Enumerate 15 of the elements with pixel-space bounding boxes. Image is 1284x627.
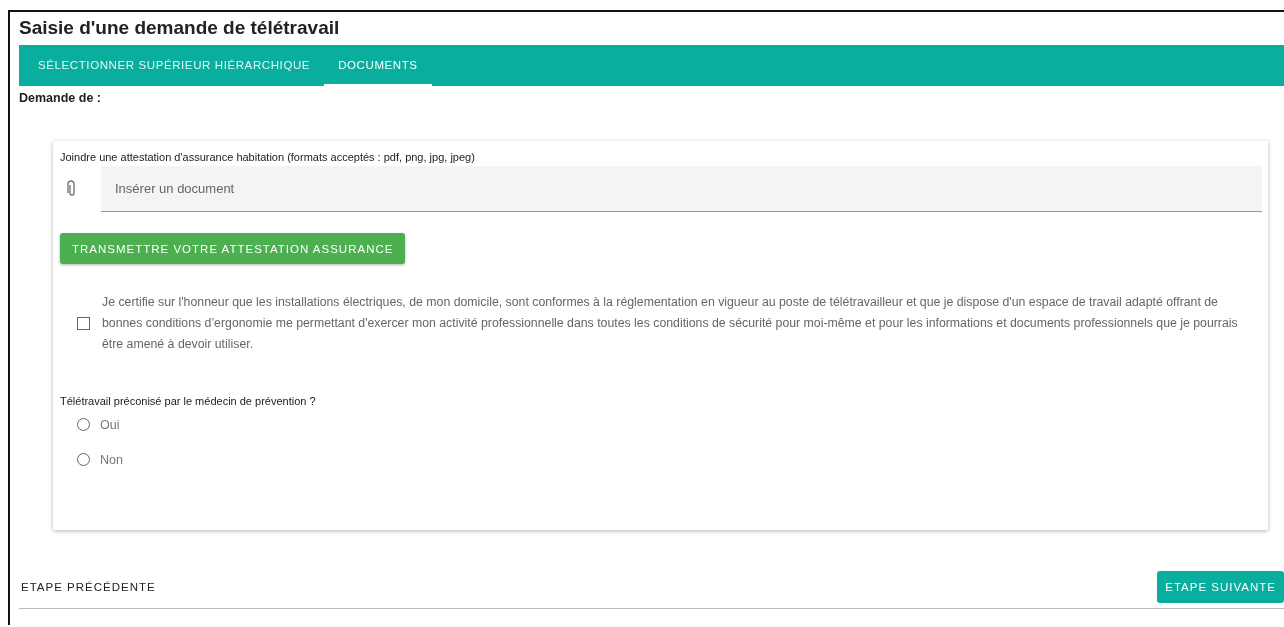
tab[interactable]: SÉLECTIONNER SUPÉRIEUR HIÉRARCHIQUE <box>24 45 325 86</box>
option-label: Oui <box>100 417 120 432</box>
checkbox[interactable] <box>77 317 90 330</box>
next-step-button[interactable]: ETAPE SUIVANTE <box>1157 571 1284 603</box>
document-field[interactable]: Insérer un document <box>101 166 1262 212</box>
page-title: Saisie d'une demande de télétravail <box>19 16 341 40</box>
question-label: Télétravail préconisé par le médecin de prévention ? <box>60 395 317 407</box>
submit-attestation-button[interactable]: TRANSMETTRE VOTRE ATTESTATION ASSURANCE <box>60 233 406 264</box>
upload-label: Joindre une attestation d'assurance habitation (formats acceptés : pdf, png, jpg, jpeg) <box>60 151 476 163</box>
option-label: Non <box>100 452 123 467</box>
requester-label: Demande de : <box>19 90 102 107</box>
tab[interactable]: DOCUMENTS <box>324 45 432 86</box>
certification-text: Je certifie sur l'honneur que les installations électriques, de mon domicile, sont conformes à la réglementation en vigueur au poste de télétravailleur et que je dispose d'un espace de travail adapté offrant de bonnes conditions d’ergonomie me permettant d'exercer mon activité professionnelle dans toutes les conditions de sécurité pour moi-même et pour les informations et documents professionnels que je pourrais être amené à devoir utiliser. <box>102 294 1239 353</box>
paperclip-icon[interactable] <box>67 180 77 198</box>
previous-step-button[interactable]: ETAPE PRÉCÉDENTE <box>19 581 158 593</box>
